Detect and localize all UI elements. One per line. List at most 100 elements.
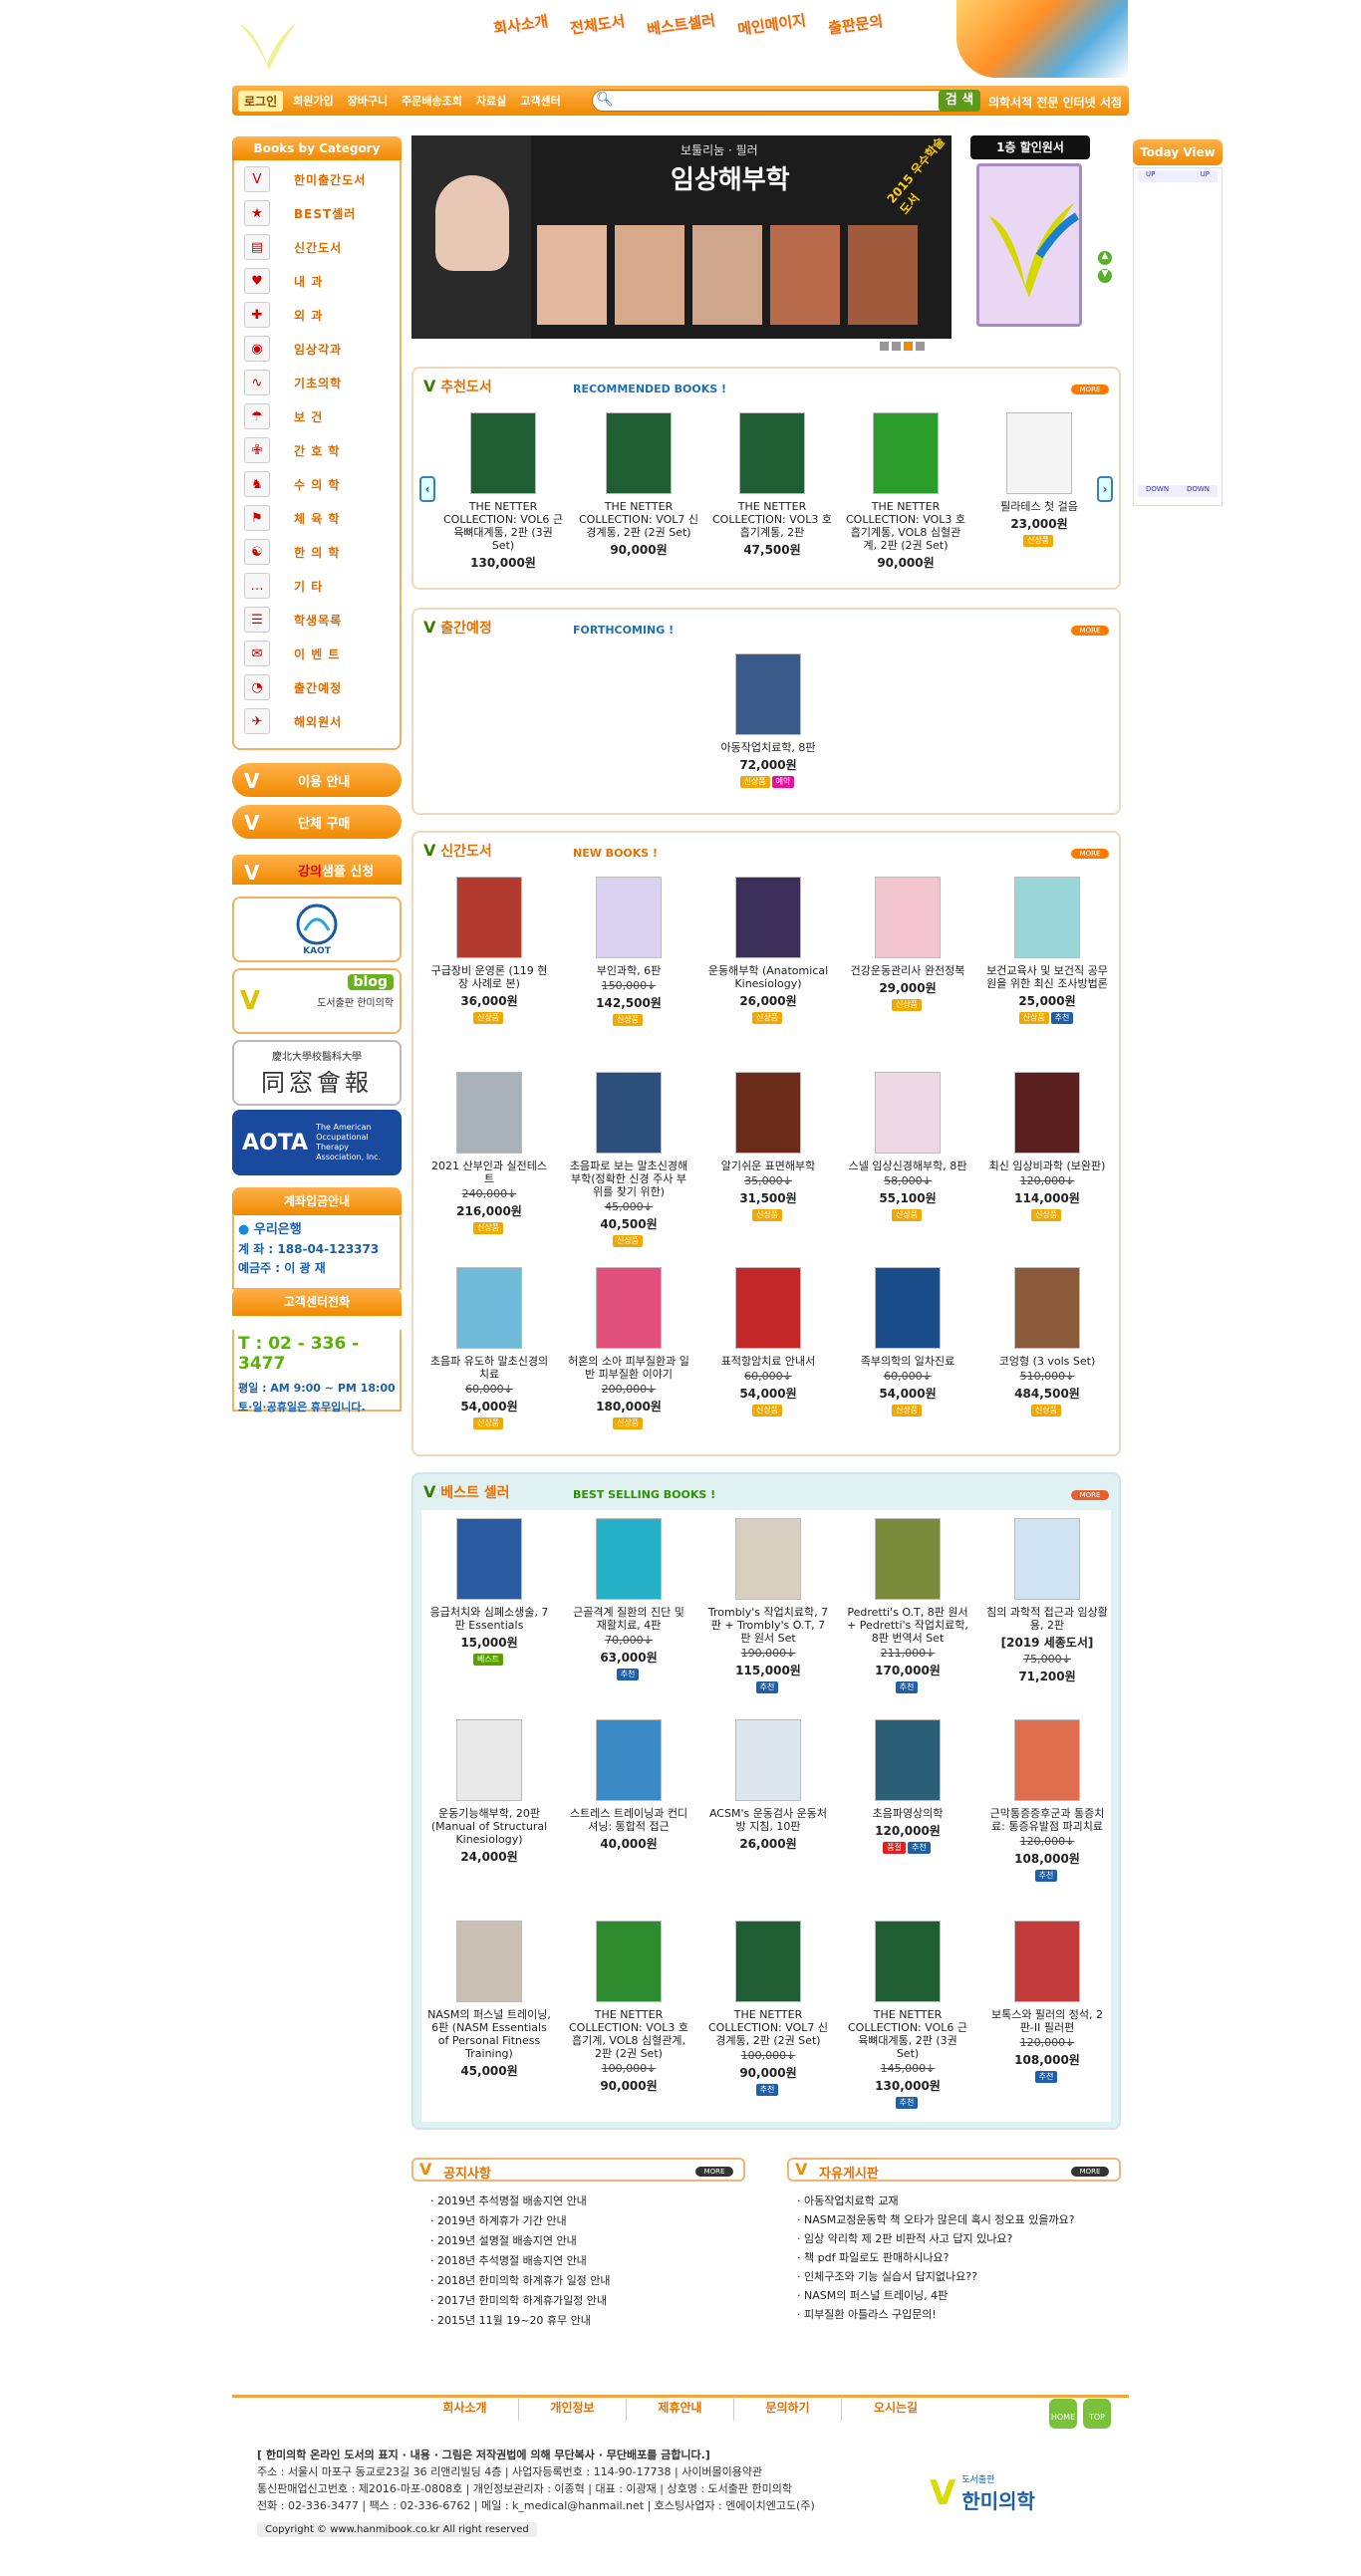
category-item[interactable]: ♞ 수 의 학 <box>244 469 394 499</box>
category-item[interactable]: V 한미출간도서 <box>244 164 394 194</box>
book-item[interactable]: 초음파로 보는 말초신경해부학(정확한 신경 주사 부위를 찾기 위한) 45,0… <box>567 1072 690 1247</box>
more-button[interactable]: MORE <box>1071 1490 1109 1500</box>
topnav-publish-inquiry[interactable]: 출판문의 <box>827 10 885 38</box>
topnav-bestseller[interactable]: 베스트셀러 <box>646 9 717 39</box>
slider-dot[interactable] <box>880 342 889 351</box>
search-button[interactable]: 검 색 <box>939 90 980 112</box>
category-item[interactable]: ☯ 한 의 학 <box>244 537 394 567</box>
menu-join[interactable]: 회원가입 <box>293 93 333 109</box>
more-button[interactable]: MORE <box>695 2167 733 2177</box>
book-item[interactable]: 스트레스 트레이닝과 컨디셔닝: 통합적 접근 40,000원 <box>567 1719 690 1852</box>
category-item[interactable]: ☂ 보 건 <box>244 401 394 431</box>
category-item[interactable]: ★ BEST셀러 <box>244 198 394 228</box>
discount-panel[interactable]: 1층 할인원서 ▲ ▼ <box>970 135 1112 329</box>
book-item[interactable]: THE NETTER COLLECTION: VOL7 신경계통, 2판 (2권… <box>706 1921 830 2096</box>
board-item[interactable]: · 인체구조와 기능 실습서 답지없나요?? <box>797 2267 1121 2286</box>
board-item[interactable]: · 책 pdf 파일로도 판매하시나요? <box>797 2248 1121 2267</box>
category-item[interactable]: ✙ 간 호 학 <box>244 435 394 465</box>
book-item[interactable]: Pedretti's O.T, 8판 원서 + Pedretti's 작업치료학… <box>846 1518 969 1693</box>
board-item[interactable]: · NASM교정운동학 책 오타가 많은데 혹시 정오표 있을까요? <box>797 2210 1121 2229</box>
category-item[interactable]: ▤ 신간도서 <box>244 232 394 262</box>
kaot-banner[interactable]: KAOT <box>232 897 402 962</box>
lecture-sample-button[interactable]: V 강의 샘플 신청 <box>232 855 402 885</box>
topnav-company[interactable]: 회사소개 <box>492 10 550 38</box>
footer-privacy[interactable]: 개인정보 <box>519 2397 627 2421</box>
today-down-button[interactable]: DOWN DOWN <box>1138 485 1218 497</box>
book-item[interactable]: 응급처치와 심폐소생술, 7판 Essentials 15,000원 베스트 <box>427 1518 551 1666</box>
book-item[interactable]: 허혼의 소아 피부질환과 일반 피부질환 이야기 200,000↓ 180,000원… <box>567 1267 690 1429</box>
main-slider[interactable]: 보툴리눔 · 필러 임상해부학 2015 우수학술도서 <box>411 134 952 339</box>
notice-item[interactable]: · 2017년 한미의학 하계휴가일정 안내 <box>430 2291 739 2311</box>
notice-item[interactable]: · 2015년 11월 19~20 휴무 안내 <box>430 2311 739 2331</box>
more-button[interactable]: MORE <box>1071 385 1109 394</box>
book-item[interactable]: 근골격계 질환의 진단 및 재활치료, 4판 70,000↓ 63,000원 추천 <box>567 1518 690 1680</box>
book-item[interactable]: 보건교육사 및 보건직 공무원을 위한 최신 조사방법론 25,000원 신상품 추천 <box>985 877 1109 1024</box>
book-item[interactable]: THE NETTER COLLECTION: VOL3 호흡기계통, VOL8 … <box>844 412 967 571</box>
carousel-prev-button[interactable]: ‹ <box>419 476 435 502</box>
board-item[interactable]: · NASM의 퍼스널 트레이닝, 4판 <box>797 2286 1121 2305</box>
menu-archive[interactable]: 자료실 <box>476 93 506 109</box>
category-item[interactable]: ◔ 출간예정 <box>244 672 394 702</box>
book-item[interactable]: 스넬 임상신경해부학, 8판 58,000↓ 55,100원 신상품 <box>846 1072 969 1221</box>
book-item[interactable]: ACSM's 운동검사 운동처방 지침, 10판 26,000원 <box>706 1719 830 1852</box>
menu-cart[interactable]: 장바구니 <box>348 93 388 109</box>
board-item[interactable]: · 임상 약리학 제 2판 비판적 사고 답지 있나요? <box>797 2229 1121 2248</box>
top-button[interactable]: TOP <box>1083 2399 1111 2429</box>
notice-item[interactable]: · 2019년 하계휴가 기간 안내 <box>430 2211 739 2231</box>
slider-dot[interactable] <box>892 342 901 351</box>
book-item[interactable]: 초음파 유도하 말초신경의 치료 60,000↓ 54,000원 신상품 <box>427 1267 551 1429</box>
group-purchase-button[interactable]: V 단체 구매 <box>232 805 402 839</box>
book-item[interactable]: THE NETTER COLLECTION: VOL6 근육뼈대계통, 2판 (… <box>441 412 565 571</box>
book-item[interactable]: 알기쉬운 표면해부학 35,000↓ 31,500원 신상품 <box>706 1072 830 1221</box>
usage-guide-button[interactable]: V 이용 안내 <box>232 763 402 797</box>
more-button[interactable]: MORE <box>1071 849 1109 859</box>
category-item[interactable]: ✈ 해외원서 <box>244 706 394 736</box>
book-item[interactable]: Trombly's 작업치료학, 7판 + Trombly's O.T, 7판 … <box>706 1518 830 1693</box>
book-item[interactable]: THE NETTER COLLECTION: VOL3 호흡기계, VOL8 심… <box>567 1921 690 2094</box>
more-button[interactable]: MORE <box>1071 2167 1109 2177</box>
site-logo[interactable] <box>237 18 299 70</box>
book-item[interactable]: 부인과학, 6판 150,000↓ 142,500원 신상품 <box>567 877 690 1026</box>
book-item[interactable]: 구급장비 운영론 (119 현장 사례로 본) 36,000원 신상품 <box>427 877 551 1024</box>
footer-contact[interactable]: 문의하기 <box>734 2397 842 2421</box>
scroll-down-icon[interactable]: ▼ <box>1098 269 1112 283</box>
search-input[interactable] <box>592 90 980 112</box>
book-item[interactable]: 건강운동관리사 완전정복 29,000원 신상품 <box>846 877 969 1011</box>
notice-item[interactable]: · 2019년 설명절 배송지연 안내 <box>430 2231 739 2251</box>
book-item[interactable]: 보톡스와 필러의 정석, 2판-II 필러편 120,000↓ 108,000원 추천 <box>985 1921 1109 2083</box>
book-item[interactable]: THE NETTER COLLECTION: VOL7 신경계통, 2판 (2권… <box>577 412 700 558</box>
more-button[interactable]: MORE <box>1071 626 1109 636</box>
category-item[interactable]: ◉ 임상각과 <box>244 334 394 364</box>
category-item[interactable]: ∿ 기초의학 <box>244 368 394 397</box>
board-item[interactable]: · 피부질환 아틀라스 구입문의! <box>797 2305 1121 2324</box>
alumni-banner[interactable]: 慶北大學校醫科大學 同窓會報 <box>232 1040 402 1106</box>
notice-item[interactable]: · 2018년 추석명절 배송지연 안내 <box>430 2251 739 2271</box>
slider-dot[interactable] <box>916 342 925 351</box>
footer-partnership[interactable]: 제휴안내 <box>627 2397 734 2421</box>
login-button[interactable]: 로그인 <box>238 90 284 112</box>
book-item[interactable]: THE NETTER COLLECTION: VOL6 근육뼈대계통, 2판 (… <box>846 1921 969 2109</box>
book-item[interactable]: 최신 임상비과학 (보완판) 120,000↓ 114,000원 신상품 <box>985 1072 1109 1221</box>
aota-banner[interactable]: AOTA The American Occupational Therapy A… <box>232 1110 402 1175</box>
book-item[interactable]: 운동기능해부학, 20판 (Manual of Structural Kines… <box>427 1719 551 1865</box>
blog-banner[interactable]: V 도서출판 한미의학 blog <box>232 968 402 1034</box>
home-button[interactable]: HOME <box>1049 2399 1077 2429</box>
book-item[interactable]: THE NETTER COLLECTION: VOL3 호흡기계통, 2판 47,… <box>710 412 834 558</box>
book-item[interactable]: 근막통증증후군과 통증치료: 통증유발점 파괴치료 120,000↓ 108,000… <box>985 1719 1109 1882</box>
book-item[interactable]: 2021 산부인과 실전테스트 240,000↓ 216,000원 신상품 <box>427 1072 551 1234</box>
notice-item[interactable]: · 2019년 추석명절 배송지연 안내 <box>430 2191 739 2211</box>
today-up-button[interactable]: UP UP <box>1138 170 1218 182</box>
book-item[interactable]: 족부의학의 일차진료 60,000↓ 54,000원 신상품 <box>846 1267 969 1417</box>
book-item[interactable]: 필라테스 첫 걸음 23,000원 신상품 <box>977 412 1101 547</box>
book-item[interactable]: NASM의 퍼스널 트레이닝, 6판 (NASM Essentials of P… <box>427 1921 551 2079</box>
footer-company[interactable]: 회사소개 <box>411 2397 519 2421</box>
notice-item[interactable]: · 2018년 한미의학 하계휴가 일정 안내 <box>430 2271 739 2291</box>
book-item[interactable]: 초음파영상의학 120,000원 품절 추천 <box>846 1719 969 1854</box>
menu-order-tracking[interactable]: 주문배송조회 <box>402 93 462 109</box>
scroll-up-icon[interactable]: ▲ <box>1098 251 1112 265</box>
slider-dot[interactable] <box>904 342 913 351</box>
board-item[interactable]: · 아동작업치료학 교재 <box>797 2191 1121 2210</box>
topnav-all-books[interactable]: 전체도서 <box>569 10 627 38</box>
footer-directions[interactable]: 오시는길 <box>842 2397 950 2421</box>
book-item[interactable]: 아동작업치료학, 8판 72,000원 신상품 예약 <box>706 653 830 788</box>
